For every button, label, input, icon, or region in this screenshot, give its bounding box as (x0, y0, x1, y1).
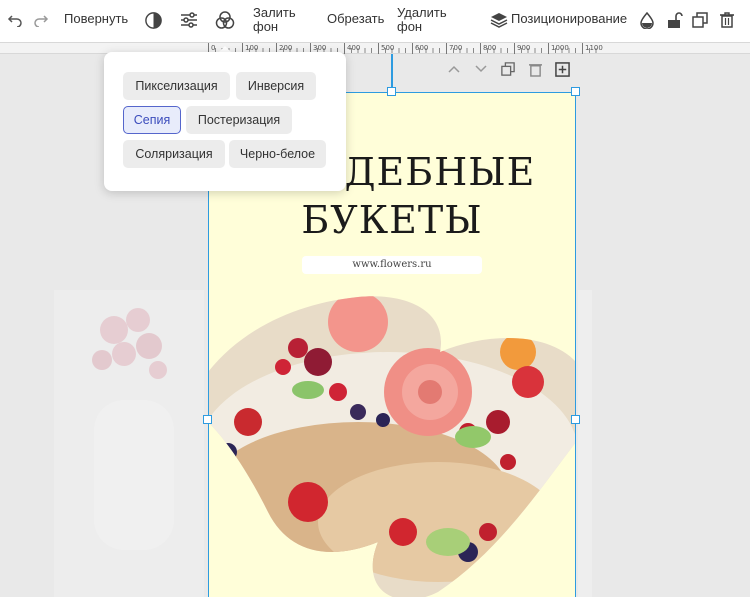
remove-background-label-1: Удалить (397, 5, 447, 20)
faded-image-right (578, 290, 592, 597)
fill-background-button[interactable]: Залить фон (253, 6, 296, 34)
ruler-label: 200 (279, 44, 293, 52)
ruler-label: 1100 (585, 44, 603, 52)
crop-button[interactable]: Обрезать (327, 12, 384, 26)
ruler-label: 300 (313, 44, 327, 52)
positioning-button[interactable]: Позиционирование (511, 12, 627, 26)
faded-image-left (54, 290, 204, 597)
delete-object-icon[interactable] (526, 60, 544, 78)
remove-background-button[interactable]: Удалить фон (397, 6, 447, 34)
cake-image[interactable] (208, 292, 576, 597)
top-toolbar: Повернуть Залить фон Обрезать Удалить фо… (0, 0, 750, 42)
ruler-label: 1000 (551, 44, 569, 52)
ruler-label: 400 (347, 44, 361, 52)
ruler-label: 600 (415, 44, 429, 52)
trash-icon[interactable] (716, 9, 738, 31)
ruler-label: 700 (449, 44, 463, 52)
filters-icon[interactable] (214, 9, 236, 31)
add-object-icon[interactable] (553, 60, 571, 78)
drop-icon[interactable] (636, 9, 658, 31)
ruler-label: 100 (245, 44, 259, 52)
fill-background-label-1: Залить (253, 5, 296, 20)
remove-background-label-2: фон (397, 19, 423, 34)
filter-invert[interactable]: Инверсия (236, 72, 316, 100)
undo-icon[interactable] (4, 9, 26, 31)
ruler-label: 0 (211, 44, 216, 52)
filter-solarize[interactable]: Соляризация (123, 140, 225, 168)
resize-handle-left[interactable] (203, 415, 212, 424)
filter-black-white[interactable]: Черно-белое (229, 140, 326, 168)
ruler-label: 500 (381, 44, 395, 52)
duplicate-icon[interactable] (689, 9, 711, 31)
ruler-label: 800 (483, 44, 497, 52)
poster-url: www.flowers.ru (302, 256, 482, 274)
filter-posterize[interactable]: Постеризация (186, 106, 292, 134)
resize-handle-right[interactable] (571, 415, 580, 424)
fill-background-label-2: фон (253, 19, 279, 34)
unlock-icon[interactable] (664, 9, 686, 31)
rotate-button[interactable]: Повернуть (64, 12, 128, 26)
resize-handle-top-right[interactable] (571, 87, 580, 96)
sliders-icon[interactable] (178, 9, 200, 31)
filters-popup: Пикселизация Инверсия Сепия Постеризация… (104, 52, 346, 191)
move-up-icon[interactable] (445, 60, 463, 78)
ruler-label: 900 (517, 44, 531, 52)
move-down-icon[interactable] (472, 60, 490, 78)
contrast-icon[interactable] (142, 9, 164, 31)
copy-object-icon[interactable] (499, 60, 517, 78)
filter-pixelate[interactable]: Пикселизация (123, 72, 230, 100)
layers-icon[interactable] (488, 9, 510, 31)
filter-sepia[interactable]: Сепия (123, 106, 181, 134)
poster-title-line-2: БУКЕТЫ (301, 198, 483, 242)
redo-icon[interactable] (30, 9, 52, 31)
resize-handle-top[interactable] (387, 87, 396, 96)
